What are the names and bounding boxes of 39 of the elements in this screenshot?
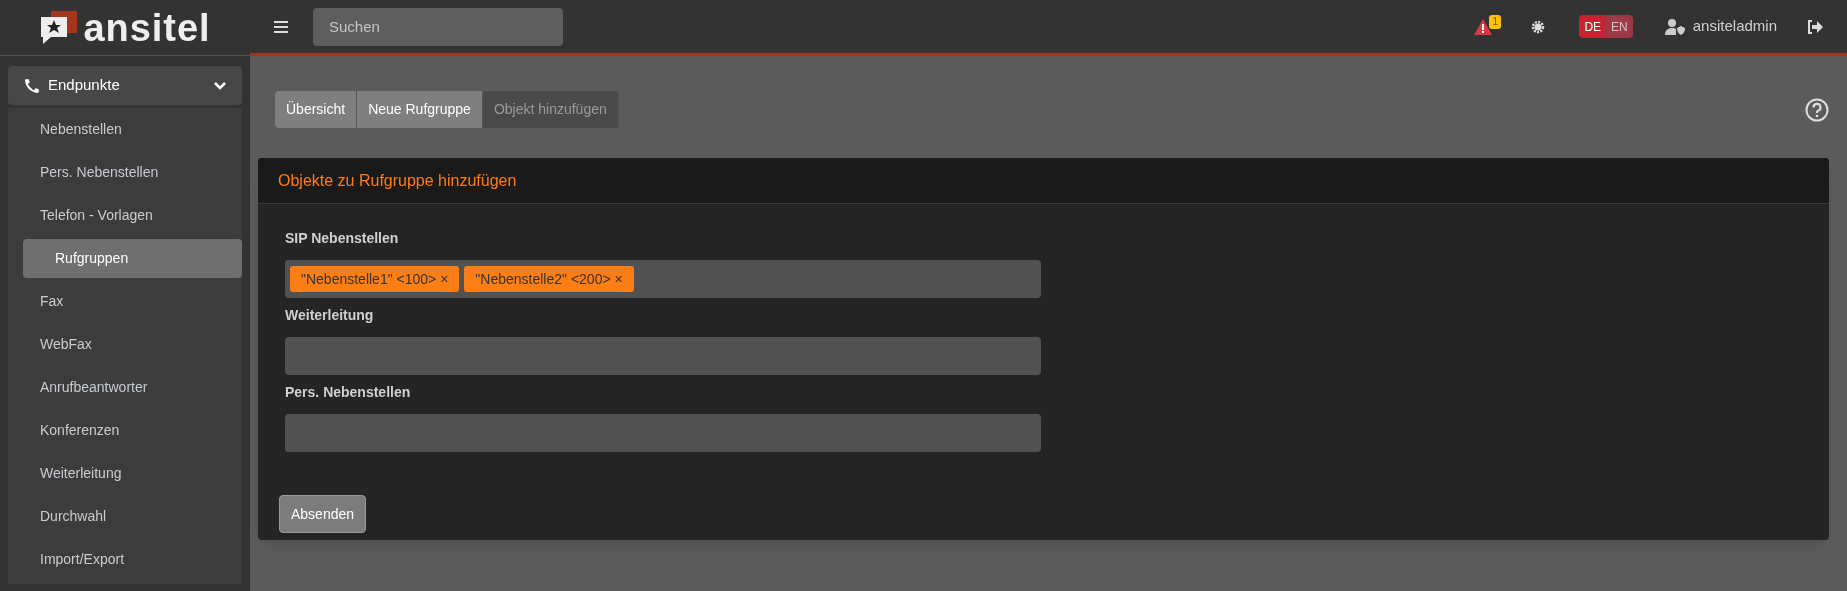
nav-item[interactable]: Konferenzen xyxy=(8,411,242,450)
phone-icon xyxy=(24,77,40,94)
breadcrumb-item[interactable]: Übersicht xyxy=(275,91,358,128)
submit-button[interactable]: Absenden xyxy=(279,495,367,533)
logo-icon xyxy=(39,10,80,45)
field-label: SIP Nebenstellen xyxy=(285,229,400,248)
breadcrumb-item[interactable]: Neue Rufgruppe xyxy=(357,91,483,128)
selected-tag[interactable]: "Nebenstelle2" <200> × xyxy=(464,266,634,292)
alert-count-badge: 1 xyxy=(1489,14,1501,29)
logo-text: ansitel xyxy=(83,8,211,47)
nav-item[interactable]: Anrufbeantworter xyxy=(8,368,242,407)
nav-item[interactable]: WebFax xyxy=(8,325,242,364)
gear-icon[interactable] xyxy=(1530,18,1547,35)
field-label: Weiterleitung xyxy=(285,306,375,325)
nav-item[interactable]: Weiterleitung xyxy=(8,454,242,493)
nav-item[interactable]: Nebenstellen xyxy=(8,110,242,149)
nav-item[interactable]: Pers. Nebenstellen xyxy=(8,153,242,192)
logout-icon[interactable] xyxy=(1807,19,1823,34)
field-label: Pers. Nebenstellen xyxy=(285,383,412,402)
search-field[interactable]: Suchen xyxy=(313,7,563,46)
language-option[interactable]: DE xyxy=(1579,15,1607,38)
multi-select-field[interactable]: "Nebenstelle1" <100> × "Nebenstelle2" <200> × xyxy=(285,260,1041,298)
nav-item[interactable]: Telefon - Vorlagen xyxy=(8,196,242,235)
menu-icon[interactable] xyxy=(274,20,288,33)
nav-group-header[interactable]: Endpunkte xyxy=(8,66,242,105)
warning-icon[interactable] xyxy=(1474,18,1493,35)
username[interactable]: ansiteladmin xyxy=(1692,15,1777,38)
nav-item[interactable]: Import/Export xyxy=(8,540,242,579)
nav-item[interactable]: Rufgruppen xyxy=(23,239,242,278)
multi-select-field[interactable] xyxy=(285,414,1041,452)
nav-item[interactable]: Durchwahl xyxy=(8,497,242,536)
chevron-icon xyxy=(214,81,226,90)
language-option[interactable]: EN xyxy=(1606,15,1633,38)
user-shield-icon xyxy=(1664,18,1685,35)
multi-select-field[interactable] xyxy=(285,337,1041,375)
selected-tag[interactable]: "Nebenstelle1" <100> × xyxy=(290,266,460,292)
card-title: Objekte zu Rufgruppe hinzufügen xyxy=(278,170,517,191)
nav-item[interactable]: Fax xyxy=(8,282,242,321)
help-icon[interactable] xyxy=(1805,97,1829,122)
